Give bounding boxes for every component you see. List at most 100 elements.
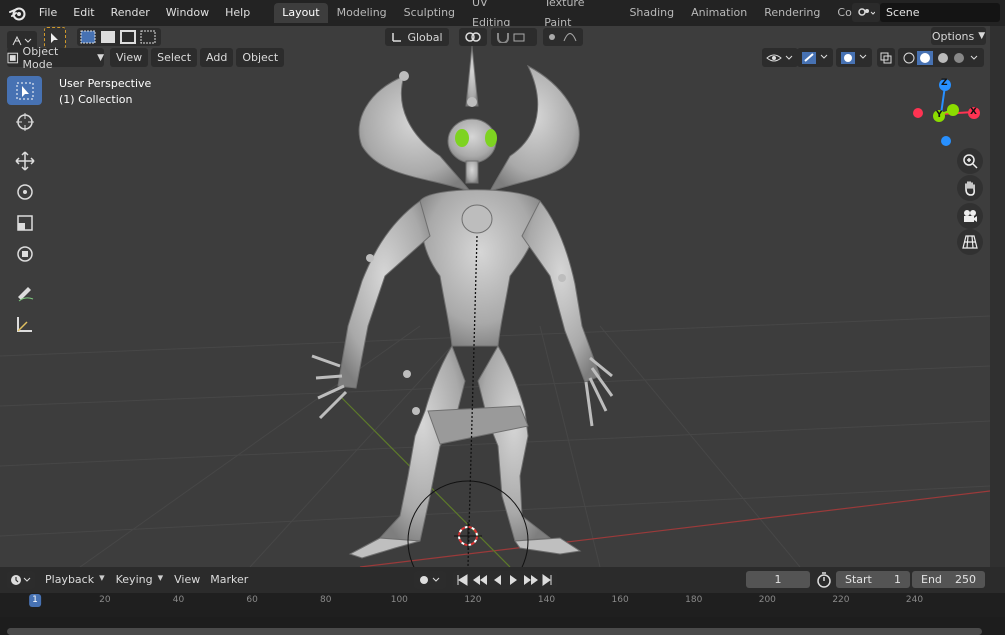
transform-tool[interactable] (7, 239, 42, 268)
tab-sculpting[interactable]: Sculpting (396, 3, 463, 23)
rotate-icon (16, 183, 33, 200)
active-collection-label: (1) Collection (59, 93, 133, 106)
viewport-menu-add[interactable]: Add (200, 48, 234, 67)
start-frame-field[interactable]: Start 1 (836, 571, 910, 588)
scene-icon (858, 7, 875, 16)
shading-modes[interactable] (898, 48, 984, 67)
snap-toggle[interactable] (491, 28, 537, 46)
timeline-menu-view[interactable]: View (169, 571, 205, 589)
overlays-toggle[interactable] (836, 48, 872, 67)
current-frame-field[interactable]: 1 (746, 571, 810, 588)
ruler-tick: 220 (832, 595, 850, 605)
3d-viewport[interactable]: Global Object Mode ▼ View Select Add Object (0, 26, 990, 567)
navigation-gizmo[interactable]: Z X Y (905, 76, 985, 151)
xray-icon (880, 52, 892, 63)
viewport-header: Global Object Mode ▼ View Select Add Object (0, 26, 990, 71)
menu-help[interactable]: Help (217, 0, 258, 26)
projection-toggle-button[interactable] (957, 229, 983, 255)
select-box-tool[interactable] (7, 76, 42, 105)
menu-edit[interactable]: Edit (65, 0, 102, 26)
ruler-icon (16, 316, 32, 332)
hand-icon (965, 181, 975, 196)
magnet-icon (497, 33, 525, 43)
playback-controls[interactable] (453, 571, 557, 589)
timeline-scrollbar[interactable] (7, 628, 982, 635)
gizmo-toggle[interactable] (797, 48, 833, 67)
timeline-menu-keying[interactable]: Keying (111, 571, 158, 589)
xray-toggle[interactable] (877, 48, 895, 67)
menu-window[interactable]: Window (158, 0, 217, 26)
character-mesh[interactable] (337, 45, 601, 542)
right-eye (485, 129, 497, 147)
viewport-menus: View Select Add Object (110, 48, 287, 67)
left-eye (455, 129, 469, 147)
cursor-icon (15, 112, 34, 131)
viewport-menu-object[interactable]: Object (236, 48, 285, 67)
top-bar: File Edit Render Window Help Layout Modeling S… (0, 0, 1005, 29)
zoom-icon (963, 154, 978, 169)
proportional-editing-toggle[interactable] (543, 28, 583, 46)
menu-file[interactable]: File (31, 0, 65, 26)
timeline-editor: Playback ▾ Keying ▾ View Marker 1 Start 1 End… (0, 567, 1005, 635)
scene-name-field[interactable]: Scene (880, 3, 1000, 22)
chevron-down-icon: ▾ (157, 571, 164, 584)
cursor-arrow-icon (51, 33, 58, 43)
timeline-menu-playback[interactable]: Playback (40, 571, 99, 589)
pan-button[interactable] (957, 175, 983, 201)
tab-shading[interactable]: Shading (621, 3, 682, 23)
visibility-dropdown[interactable] (762, 48, 798, 67)
ruler-tick: 200 (758, 595, 776, 605)
chevron-down-icon: ▼ (97, 52, 104, 63)
ruler-tick: 180 (685, 595, 703, 605)
move-tool[interactable] (7, 146, 42, 175)
ruler-tick: 20 (99, 595, 111, 605)
overlays-icon (841, 51, 867, 64)
timeline-editor-type-button[interactable] (7, 571, 35, 589)
transform-icon (16, 245, 33, 262)
properties-strip[interactable] (990, 26, 1005, 567)
right-foot (514, 537, 582, 555)
playhead-frame[interactable]: 1 (29, 594, 41, 607)
viewport-menu-select[interactable]: Select (151, 48, 198, 67)
select-box-icon (16, 82, 33, 99)
object-mode-dropdown[interactable]: Object Mode ▼ (7, 45, 104, 71)
eye-icon (766, 54, 793, 61)
stopwatch-icon[interactable] (816, 572, 832, 588)
annotate-tool[interactable] (7, 278, 42, 307)
measure-tool[interactable] (7, 309, 42, 338)
select-box-modes[interactable] (77, 28, 161, 46)
selection-modes-icon (80, 30, 156, 44)
pivot-point-dropdown[interactable] (459, 28, 487, 46)
shading-modes-icon (903, 50, 978, 65)
record-icon (420, 576, 440, 584)
rotate-tool[interactable] (7, 177, 42, 206)
tab-layout[interactable]: Layout (274, 3, 328, 23)
3d-cursor-icon (454, 522, 482, 550)
blender-logo-icon[interactable] (7, 2, 29, 24)
timeline-menu-marker[interactable]: Marker (205, 571, 253, 589)
options-dropdown[interactable]: Options ▼ (931, 27, 986, 45)
ruler-tick: 240 (905, 595, 924, 605)
tab-modeling[interactable]: Modeling (329, 3, 395, 23)
frame-ruler[interactable]: 1 20 40 60 80 100 120 140 160 180 200 220 240 (0, 593, 1005, 635)
tab-animation[interactable]: Animation (683, 3, 755, 23)
scale-icon (16, 214, 33, 231)
scene-selector-button[interactable] (852, 3, 880, 22)
zoom-button[interactable] (957, 148, 983, 174)
tab-rendering[interactable]: Rendering (756, 3, 828, 23)
main-menu: File Edit Render Window Help (31, 0, 258, 26)
transform-orientation-dropdown[interactable]: Global (385, 28, 449, 46)
scale-tool[interactable] (7, 208, 42, 237)
gizmo-icon (802, 51, 828, 64)
auto-keying-toggle[interactable] (414, 571, 446, 589)
pencil-icon (17, 286, 33, 301)
orientation-icon (392, 33, 402, 42)
end-frame-field[interactable]: End 250 (912, 571, 985, 588)
cursor-tool[interactable] (7, 107, 42, 136)
camera-icon (964, 210, 977, 222)
viewport-menu-view[interactable]: View (110, 48, 149, 67)
menu-render[interactable]: Render (103, 0, 158, 26)
camera-view-button[interactable] (957, 203, 983, 229)
object-mode-icon (7, 52, 19, 63)
playback-icons (457, 574, 552, 586)
